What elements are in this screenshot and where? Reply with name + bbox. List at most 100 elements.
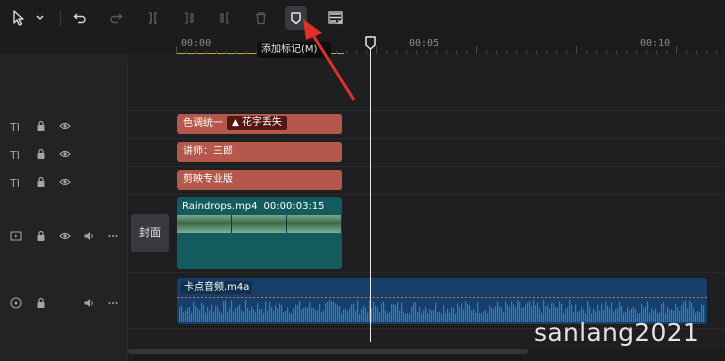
text-clip-label: 剪映专业版 [183,174,233,185]
waveform-bar [335,303,337,322]
trim-right-icon[interactable] [215,6,235,30]
chevron-down-icon[interactable] [33,6,47,30]
waveform-bar [421,313,423,322]
waveform-bar [315,310,317,322]
lock-icon[interactable] [36,148,46,165]
waveform-bar [239,304,241,322]
playhead-line[interactable] [370,36,371,342]
waveform-bar [249,310,251,322]
ruler-tick [676,46,677,54]
split-icon[interactable] [143,6,163,30]
waveform-bar [185,310,187,322]
waveform-bar [423,310,425,322]
waveform-bar [449,312,451,322]
video-clip[interactable]: Raindrops.mp4 00:00:03:15 [177,197,342,269]
video-thumbnails [177,215,342,233]
waveform-bar [453,308,455,322]
waveform-bar [233,311,235,322]
text-clip-2[interactable]: 讲师：三郎 [177,142,342,162]
ruler-label-0: 00:00 [181,38,212,49]
waveform-bar [213,311,215,322]
waveform-bar [405,313,407,322]
waveform-bar [517,300,519,322]
waveform-bar [305,307,307,322]
more-icon[interactable] [107,230,119,247]
undo-icon[interactable] [70,6,90,30]
waveform-bar [409,313,411,322]
eye-icon[interactable] [59,148,71,165]
eye-icon[interactable] [59,120,71,137]
toolbar-divider [60,10,61,26]
waveform-bar [503,312,505,322]
more-icon[interactable] [107,297,119,314]
lock-icon[interactable] [36,297,46,314]
waveform-bar [191,312,193,322]
waveform-bar [481,313,483,322]
text-clip-3[interactable]: 剪映专业版 [177,170,342,190]
waveform-bar [257,303,259,322]
subtitle-list-icon[interactable] [325,6,347,30]
text-track-header-2: TI [0,143,128,169]
playhead-handle[interactable] [365,36,376,50]
waveform-bar [393,304,395,322]
waveform-bar [341,313,343,322]
waveform-bar [225,300,227,322]
waveform-bar [471,310,473,322]
eye-icon[interactable] [59,176,71,193]
eye-icon[interactable] [59,230,71,247]
lock-icon[interactable] [36,230,46,247]
waveform-bar [407,312,409,322]
waveform-bar [363,305,365,322]
waveform-bar [413,302,415,322]
waveform-bar [495,306,497,322]
audio-track-header [0,292,128,318]
marker-tooltip: 添加标记(M) [257,42,331,58]
waveform-bar [489,305,491,322]
waveform-bar [473,308,475,322]
waveform-bar [351,304,353,322]
text-clip-1[interactable]: 色调统一 ▲ 花字丢失 [177,114,342,134]
text-clip-label: 色调统一 [183,118,223,129]
waveform-bar [427,313,429,322]
trash-icon[interactable] [251,6,271,30]
waveform-bar [417,311,419,322]
cover-button[interactable]: 封面 [131,214,169,252]
waveform-bar [271,307,273,322]
cursor-arrow-icon[interactable] [8,6,30,30]
waveform-bar [219,311,221,322]
waveform-bar [531,306,533,322]
horizontal-scrollbar[interactable] [128,349,528,354]
speaker-icon[interactable] [83,230,95,247]
speaker-icon[interactable] [83,297,95,314]
lane-divider [128,194,725,195]
waveform-bar [357,300,359,322]
waveform-bar [273,310,275,322]
lane-divider [128,110,725,111]
text-clip-label: 讲师：三郎 [183,146,233,157]
waveform-bar [217,307,219,322]
lane-divider [128,138,725,139]
redo-icon[interactable] [106,6,126,30]
waveform-bar [439,311,441,322]
marker-icon[interactable] [285,6,307,30]
waveform-bar [443,305,445,322]
ruler-label-10: 00:10 [640,38,671,49]
waveform-bar [477,301,479,322]
waveform-bar [325,303,327,322]
lock-icon[interactable] [36,176,46,193]
waveform-bar [339,306,341,322]
waveform-bar [361,308,363,322]
waveform-bar [229,307,231,322]
text-track-icon: TI [10,177,20,190]
waveform-bar [205,312,207,322]
waveform-bar [425,307,427,322]
waveform-bar [399,310,401,322]
lock-icon[interactable] [36,120,46,137]
waveform-bar [183,312,185,322]
waveform-bar [519,301,521,322]
waveform-bar [261,309,263,322]
trim-left-icon[interactable] [179,6,199,30]
waveform-bar [359,313,361,322]
waveform-bar [513,304,515,322]
waveform-bar [507,304,509,322]
